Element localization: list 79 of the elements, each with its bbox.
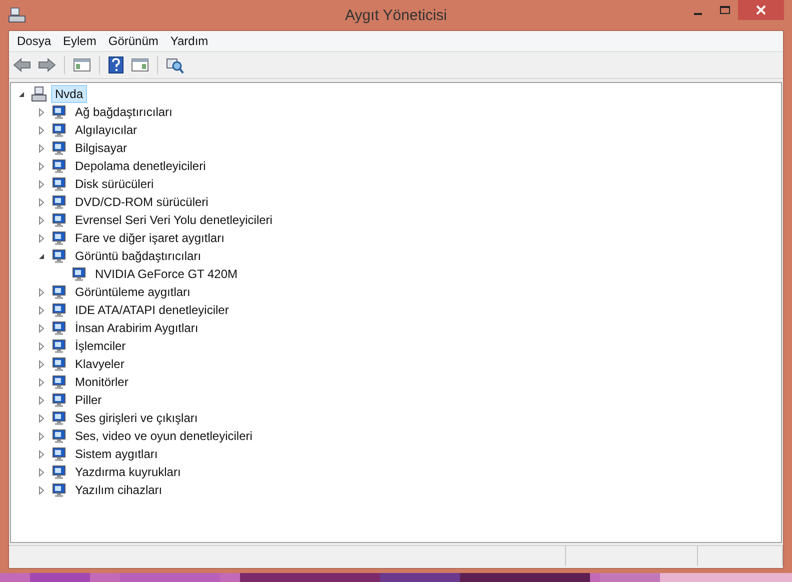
tree-item[interactable]: NVIDIA GeForce GT 420M — [91, 265, 242, 283]
window-title: Aygıt Yöneticisi — [344, 6, 447, 24]
tree-item[interactable]: Algılayıcılar — [71, 121, 142, 139]
expand-arrow-icon[interactable] — [37, 198, 46, 206]
expand-arrow-icon[interactable] — [37, 162, 46, 170]
tree-item[interactable]: Piller — [71, 391, 106, 409]
expand-arrow-icon[interactable] — [37, 414, 46, 422]
device-icon — [51, 122, 67, 138]
tree-item[interactable]: İşlemciler — [71, 337, 130, 355]
collapse-arrow-icon[interactable] — [17, 90, 26, 98]
device-icon — [51, 482, 67, 498]
device-icon — [51, 428, 67, 444]
expand-arrow-icon[interactable] — [37, 378, 46, 386]
tree-item[interactable]: Nvda — [51, 85, 88, 103]
menu-item[interactable]: Dosya — [11, 31, 58, 51]
tree-item[interactable]: Klavyeler — [71, 355, 128, 373]
expand-arrow-icon[interactable] — [37, 450, 46, 458]
device-icon — [51, 374, 67, 390]
close-icon — [755, 4, 767, 16]
expand-arrow-icon[interactable] — [37, 234, 46, 242]
tree-item[interactable]: İnsan Arabirim Aygıtları — [71, 319, 202, 337]
expand-arrow-icon[interactable] — [37, 468, 46, 476]
minimize-icon — [694, 13, 702, 15]
device-icon — [51, 284, 67, 300]
close-button[interactable] — [738, 0, 784, 20]
tree-item[interactable]: Görüntüleme aygıtları — [71, 283, 194, 301]
tree-item[interactable]: Fare ve diğer işaret aygıtları — [71, 229, 228, 247]
tree-item[interactable]: Ağ bağdaştırıcıları — [71, 103, 176, 121]
computer-icon — [8, 7, 26, 23]
device-icon — [51, 194, 67, 210]
device-icon — [51, 464, 67, 480]
device-icon — [51, 248, 67, 264]
tree-item[interactable]: Sistem aygıtları — [71, 445, 162, 463]
tree-item[interactable]: DVD/CD-ROM sürücüleri — [71, 193, 212, 211]
tree-item[interactable]: IDE ATA/ATAPI denetleyiciler — [71, 301, 233, 319]
menu-item[interactable]: Görünüm — [102, 31, 164, 51]
help-icon[interactable] — [106, 54, 126, 76]
device-icon — [51, 356, 67, 372]
device-icon — [51, 230, 67, 246]
device-icon — [51, 158, 67, 174]
expand-arrow-icon[interactable] — [37, 432, 46, 440]
device-icon — [51, 392, 67, 408]
menu-item[interactable]: Yardım — [164, 31, 214, 51]
device-icon — [51, 302, 67, 318]
tree-item[interactable]: Ses, video ve oyun denetleyicileri — [71, 427, 256, 445]
tree-item[interactable]: Ses girişleri ve çıkışları — [71, 409, 202, 427]
tree-item[interactable]: Disk sürücüleri — [71, 175, 158, 193]
expand-arrow-icon[interactable] — [37, 216, 46, 224]
expand-arrow-icon[interactable] — [37, 288, 46, 296]
expand-arrow-icon[interactable] — [37, 108, 46, 116]
device-icon — [51, 410, 67, 426]
expand-arrow-icon[interactable] — [37, 360, 46, 368]
expand-arrow-icon[interactable] — [37, 126, 46, 134]
tree-item[interactable]: Monitörler — [71, 373, 132, 391]
expand-arrow-icon[interactable] — [37, 396, 46, 404]
tree-item[interactable]: Yazdırma kuyrukları — [71, 463, 185, 481]
device-icon — [51, 212, 67, 228]
computer-icon — [31, 86, 47, 102]
expand-arrow-icon[interactable] — [37, 342, 46, 350]
tree-item[interactable]: Evrensel Seri Veri Yolu denetleyicileri — [71, 211, 276, 229]
expand-arrow-icon[interactable] — [37, 180, 46, 188]
maximize-icon — [718, 5, 730, 15]
menu-item[interactable]: Eylem — [57, 31, 102, 51]
tree-item[interactable]: Görüntü bağdaştırıcıları — [71, 247, 206, 265]
device-icon — [51, 320, 67, 336]
collapse-arrow-icon[interactable] — [37, 252, 46, 260]
tree-item[interactable]: Yazılım cihazları — [71, 481, 166, 499]
expand-arrow-icon[interactable] — [37, 486, 46, 494]
device-icon — [51, 446, 67, 462]
expand-arrow-icon[interactable] — [37, 144, 46, 152]
device-icon — [51, 104, 67, 120]
device-icon — [51, 176, 67, 192]
tree-item[interactable]: Bilgisayar — [71, 139, 132, 157]
tree-item[interactable]: Depolama denetleyicileri — [71, 157, 210, 175]
device-icon — [51, 140, 67, 156]
device-icon — [71, 266, 87, 282]
expand-arrow-icon[interactable] — [37, 324, 46, 332]
device-icon — [51, 338, 67, 354]
expand-arrow-icon[interactable] — [37, 306, 46, 314]
